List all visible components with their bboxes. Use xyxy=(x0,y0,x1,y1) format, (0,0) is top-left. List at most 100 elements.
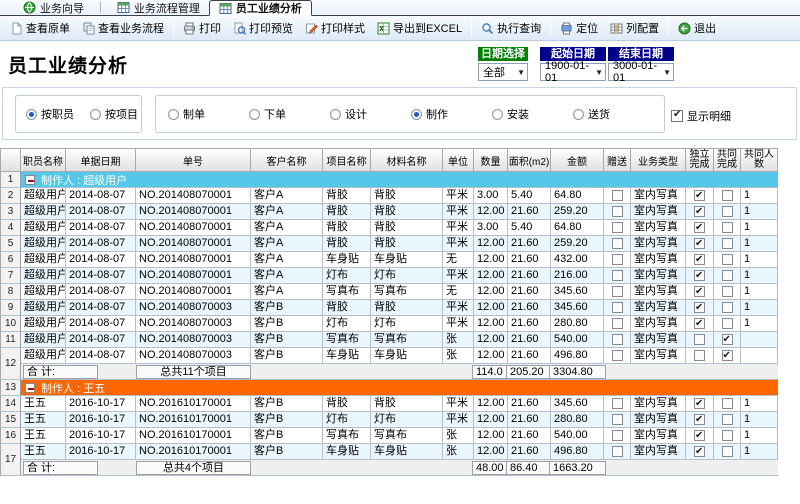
group-by-radio-2[interactable]: 按项目 xyxy=(90,106,138,122)
gift-checkbox[interactable] xyxy=(612,254,623,265)
column-header[interactable]: 独立完成 xyxy=(686,148,714,172)
columns-button[interactable]: 列配置 xyxy=(604,17,665,39)
independent-checkbox[interactable] xyxy=(694,430,705,441)
role-radio-2[interactable]: 下单 xyxy=(249,106,330,122)
column-header[interactable]: 职员名称 xyxy=(21,148,66,172)
document-button[interactable]: 查看原单 xyxy=(4,17,76,39)
column-header[interactable]: 赠送 xyxy=(604,148,631,172)
gift-checkbox[interactable] xyxy=(612,446,623,457)
group-by-radio-1[interactable]: 按职员 xyxy=(26,106,74,122)
collapse-icon[interactable] xyxy=(25,175,35,185)
gift-checkbox[interactable] xyxy=(612,190,623,201)
gift-checkbox[interactable] xyxy=(612,286,623,297)
show-detail-checkbox[interactable]: 显示明细 xyxy=(671,108,731,124)
role-radio-1[interactable]: 制单 xyxy=(168,106,249,122)
table-row[interactable]: 6超级用户2014-08-07NO.201408070001客户A车身贴车身贴无… xyxy=(1,252,778,268)
joint-checkbox[interactable] xyxy=(722,350,733,361)
excel-button[interactable]: 导出到EXCEL xyxy=(371,17,468,39)
column-header[interactable]: 金额 xyxy=(551,148,604,172)
table-row[interactable]: 11超级用户2014-08-07NO.201408070003客户B写真布写真布… xyxy=(1,332,778,348)
tab-3[interactable]: 员工业绩分析 xyxy=(209,0,312,16)
joint-checkbox[interactable] xyxy=(722,238,733,249)
role-radio-6[interactable]: 送货 xyxy=(573,106,654,122)
gift-checkbox[interactable] xyxy=(612,302,623,313)
table-row[interactable]: 2超级用户2014-08-07NO.201408070001客户A背胶背胶平米3… xyxy=(1,188,778,204)
independent-checkbox[interactable] xyxy=(694,190,705,201)
independent-checkbox[interactable] xyxy=(694,286,705,297)
column-header[interactable]: 客户名称 xyxy=(251,148,323,172)
exit-button[interactable]: 退出 xyxy=(672,17,722,39)
start-date-dropdown[interactable]: 1900-01-01 ▼ xyxy=(540,63,606,81)
column-header[interactable]: 业务类型 xyxy=(631,148,686,172)
table-row[interactable]: 14王五2016-10-17NO.201610170001客户B背胶背胶平米12… xyxy=(1,396,778,412)
collapse-icon[interactable] xyxy=(25,383,35,393)
table-row[interactable]: 16王五2016-10-17NO.201610170001客户B写真布写真布张1… xyxy=(1,428,778,444)
gift-checkbox[interactable] xyxy=(612,270,623,281)
documents-button[interactable]: 查看业务流程 xyxy=(76,17,170,39)
print-preview-button[interactable]: 打印预览 xyxy=(227,17,299,39)
table-row[interactable]: 10超级用户2014-08-07NO.201408070003客户B灯布灯布平米… xyxy=(1,316,778,332)
independent-checkbox[interactable] xyxy=(694,302,705,313)
joint-checkbox[interactable] xyxy=(722,318,733,329)
table-row[interactable]: 15王五2016-10-17NO.201610170001客户B灯布灯布平米12… xyxy=(1,412,778,428)
printer-button[interactable]: 打印 xyxy=(177,17,227,39)
joint-checkbox[interactable] xyxy=(722,222,733,233)
table-row[interactable]: 4超级用户2014-08-07NO.201408070001客户A背胶背胶平米3… xyxy=(1,220,778,236)
table-row[interactable]: 12超级用户2014-08-07NO.201408070003客户B车身贴车身贴… xyxy=(1,348,778,380)
joint-checkbox[interactable] xyxy=(722,446,733,457)
group-row[interactable]: 13制作人 : 王五 xyxy=(1,380,778,396)
column-header[interactable]: 单号 xyxy=(136,148,251,172)
independent-checkbox[interactable] xyxy=(694,318,705,329)
table-row[interactable]: 3超级用户2014-08-07NO.201408070001客户A背胶背胶平米1… xyxy=(1,204,778,220)
independent-checkbox[interactable] xyxy=(694,334,705,345)
independent-checkbox[interactable] xyxy=(694,350,705,361)
joint-checkbox[interactable] xyxy=(722,206,733,217)
joint-checkbox[interactable] xyxy=(722,430,733,441)
role-radio-4[interactable]: 制作 xyxy=(411,106,492,122)
date-select-dropdown[interactable]: 全部 ▼ xyxy=(478,63,528,81)
row-number-header[interactable] xyxy=(1,148,21,172)
table-row[interactable]: 5超级用户2014-08-07NO.201408070001客户A背胶背胶平米1… xyxy=(1,236,778,252)
tab-1[interactable]: 业务向导 xyxy=(14,0,93,15)
independent-checkbox[interactable] xyxy=(694,414,705,425)
independent-checkbox[interactable] xyxy=(694,446,705,457)
table-row[interactable]: 7超级用户2014-08-07NO.201408070001客户A灯布灯布平米1… xyxy=(1,268,778,284)
joint-checkbox[interactable] xyxy=(722,190,733,201)
joint-checkbox[interactable] xyxy=(722,270,733,281)
gift-checkbox[interactable] xyxy=(612,222,623,233)
column-header[interactable]: 项目名称 xyxy=(323,148,371,172)
joint-checkbox[interactable] xyxy=(722,254,733,265)
gift-checkbox[interactable] xyxy=(612,318,623,329)
role-radio-3[interactable]: 设计 xyxy=(330,106,411,122)
joint-checkbox[interactable] xyxy=(722,286,733,297)
table-row[interactable]: 8超级用户2014-08-07NO.201408070001客户A写真布写真布无… xyxy=(1,284,778,300)
joint-checkbox[interactable] xyxy=(722,414,733,425)
gift-checkbox[interactable] xyxy=(612,206,623,217)
gift-checkbox[interactable] xyxy=(612,430,623,441)
column-header[interactable]: 面积(m2) xyxy=(508,148,551,172)
column-header[interactable]: 共同人数 xyxy=(741,148,778,172)
tab-2[interactable]: 业务流程管理 xyxy=(108,0,209,15)
column-header[interactable]: 共同完成 xyxy=(714,148,741,172)
table-row[interactable]: 17王五2016-10-17NO.201610170001客户B车身贴车身贴张1… xyxy=(1,444,778,476)
independent-checkbox[interactable] xyxy=(694,238,705,249)
column-header[interactable]: 单据日期 xyxy=(66,148,136,172)
independent-checkbox[interactable] xyxy=(694,206,705,217)
gift-checkbox[interactable] xyxy=(612,334,623,345)
group-row[interactable]: 1制作人 : 超级用户 xyxy=(1,172,778,188)
joint-checkbox[interactable] xyxy=(722,302,733,313)
table-row[interactable]: 9超级用户2014-08-07NO.201408070003客户B背胶背胶平米1… xyxy=(1,300,778,316)
search-button[interactable]: 执行查询 xyxy=(475,17,547,39)
end-date-dropdown[interactable]: 3000-01-01 ▼ xyxy=(608,63,674,81)
print-style-button[interactable]: 打印样式 xyxy=(299,17,371,39)
independent-checkbox[interactable] xyxy=(694,270,705,281)
joint-checkbox[interactable] xyxy=(722,334,733,345)
gift-checkbox[interactable] xyxy=(612,414,623,425)
independent-checkbox[interactable] xyxy=(694,222,705,233)
gift-checkbox[interactable] xyxy=(612,398,623,409)
role-radio-5[interactable]: 安装 xyxy=(492,106,573,122)
independent-checkbox[interactable] xyxy=(694,254,705,265)
gift-checkbox[interactable] xyxy=(612,350,623,361)
locate-button[interactable]: 定位 xyxy=(554,17,604,39)
column-header[interactable]: 单位 xyxy=(443,148,474,172)
